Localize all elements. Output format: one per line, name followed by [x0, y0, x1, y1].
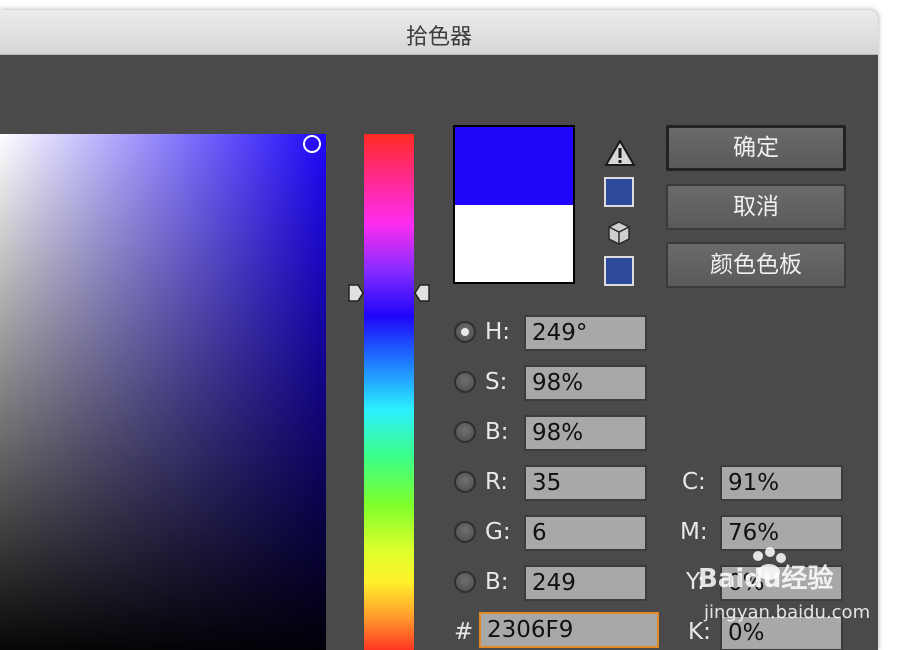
magenta-label: M: — [680, 519, 708, 545]
watermark-url: jingyan.baidu.com — [704, 602, 871, 623]
radio-red[interactable] — [454, 471, 476, 493]
color-picker-window: 拾色器 确定 取消 颜色色板 H: 249° S: 98% B: 98% R: … — [0, 10, 878, 650]
green-input[interactable]: 6 — [524, 515, 647, 551]
blue-input[interactable]: 249 — [524, 565, 647, 601]
hue-label: H: — [485, 319, 511, 345]
red-label: R: — [485, 469, 509, 495]
cyan-label: C: — [682, 469, 706, 495]
slider-arrow-left-icon[interactable] — [348, 284, 364, 302]
color-field-cursor[interactable] — [303, 135, 321, 153]
new-color-swatch — [453, 125, 575, 205]
brightness-label: B: — [485, 419, 509, 445]
green-label: G: — [485, 519, 511, 545]
hue-slider[interactable] — [364, 134, 414, 650]
radio-saturation[interactable] — [454, 371, 476, 393]
radio-blue[interactable] — [454, 571, 476, 593]
cancel-button[interactable]: 取消 — [666, 184, 846, 230]
cyan-input[interactable]: 91% — [720, 465, 843, 501]
brightness-input[interactable]: 98% — [524, 415, 647, 451]
title-bar[interactable]: 拾色器 — [0, 10, 878, 55]
hue-input[interactable]: 249° — [524, 315, 647, 351]
saturation-label: S: — [485, 369, 508, 395]
hex-label: # — [454, 619, 474, 645]
slider-arrow-right-icon[interactable] — [414, 284, 430, 302]
window-title: 拾色器 — [405, 25, 472, 50]
warning-triangle-icon[interactable] — [604, 139, 636, 167]
radio-green[interactable] — [454, 521, 476, 543]
web-safe-color-swatch[interactable] — [604, 256, 634, 286]
cube-icon[interactable] — [607, 220, 631, 246]
saturation-brightness-field[interactable] — [0, 134, 326, 650]
watermark-brand: Baidu经验 — [698, 564, 834, 594]
radio-hue[interactable] — [454, 321, 476, 343]
hex-input[interactable]: 2306F9 — [479, 612, 659, 648]
red-input[interactable]: 35 — [524, 465, 647, 501]
color-swatches-button[interactable]: 颜色色板 — [666, 242, 846, 288]
radio-brightness[interactable] — [454, 421, 476, 443]
saturation-input[interactable]: 98% — [524, 365, 647, 401]
gamut-color-swatch[interactable] — [604, 177, 634, 207]
original-color-swatch[interactable] — [453, 205, 575, 284]
blue-label: B: — [485, 569, 509, 595]
ok-button[interactable]: 确定 — [666, 125, 846, 171]
